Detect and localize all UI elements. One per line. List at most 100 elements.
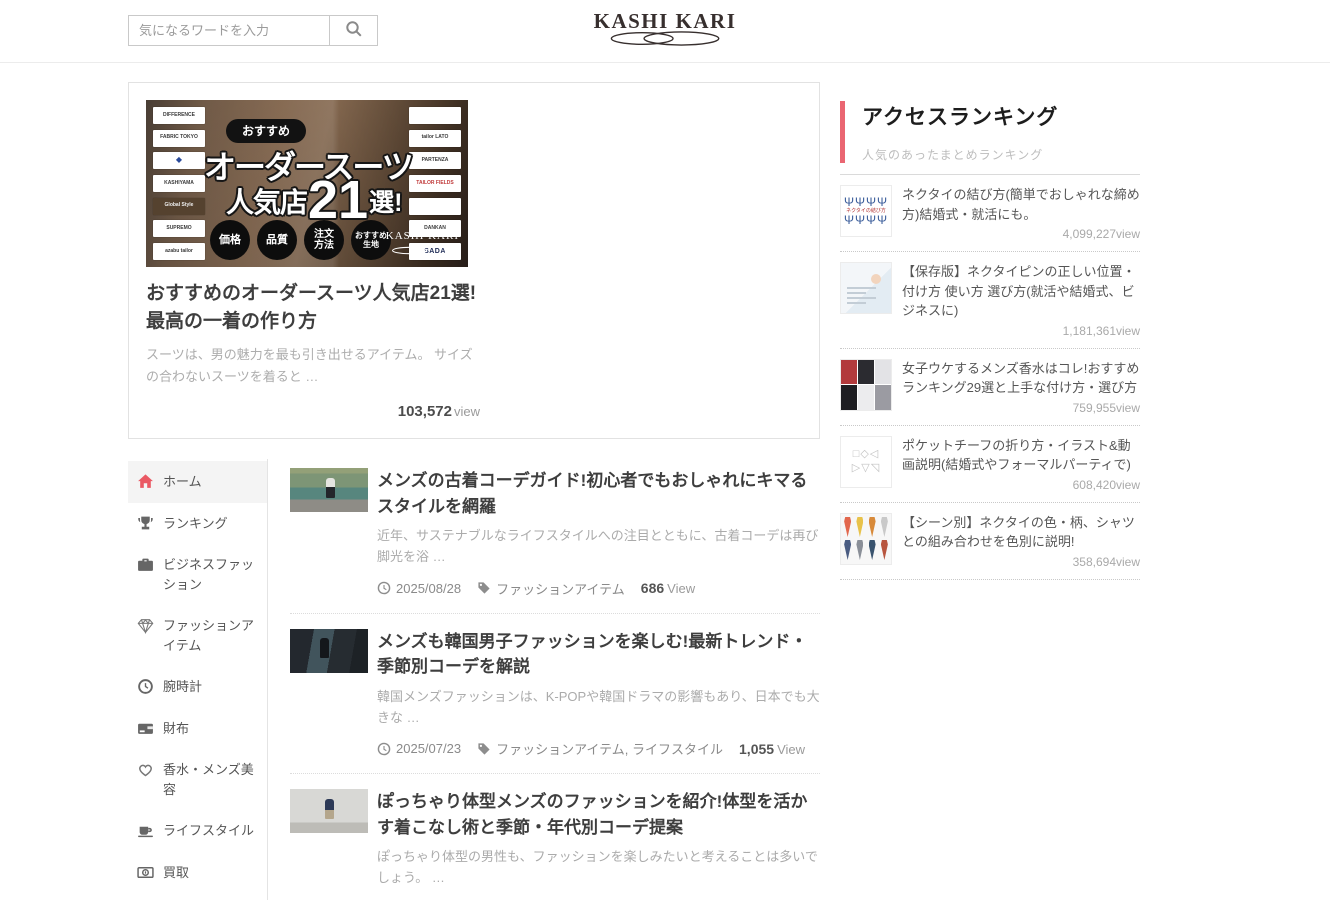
clock-icon: [377, 742, 391, 756]
sidebar-item-home[interactable]: ホーム: [128, 461, 267, 503]
brand-chip: azabu tailor: [153, 243, 205, 260]
wallet-icon: [137, 720, 154, 737]
banner-badge: おすすめ: [226, 119, 306, 143]
banner-circle-badge: 価格: [210, 220, 250, 260]
article-thumbnail: [290, 468, 368, 512]
sidebar-item-kaitori[interactable]: 買取: [128, 852, 267, 894]
ranking-item-title[interactable]: 【シーン別】ネクタイの色・柄、シャツとの組み合わせを色別に説明!: [902, 513, 1140, 552]
brand-chip: [409, 198, 461, 215]
sidebar-item-fashion-item[interactable]: ファッションアイテム: [128, 605, 267, 666]
featured-view-count: 103,572view: [146, 403, 480, 421]
search-input[interactable]: [128, 15, 330, 46]
content-row: ホーム ランキング ビジネスファッション ファッションアイテム 腕時計: [128, 459, 820, 900]
ranking-list: ΨΨΨΨネクタイの結び方ΨΨΨΨ ネクタイの結び方(簡単でおしゃれな締め方)結婚…: [840, 174, 1140, 580]
article-date: 2025/08/28: [377, 581, 461, 596]
article-date: 2025/07/23: [377, 741, 461, 756]
ranking-item-title[interactable]: 女子ウケするメンズ香水はコレ!おすすめランキング29選と上手な付け方・選び方: [902, 359, 1140, 398]
sidebar-item-ranking[interactable]: ランキング: [128, 503, 267, 545]
brand-chip: SUPREMO: [153, 220, 205, 237]
article-title[interactable]: ぽっちゃり体型メンズのファッションを紹介!体型を活かす着こなし術と季節・年代別コ…: [377, 789, 820, 840]
brand-chip: tailor LATO: [409, 130, 461, 147]
ranking-thumbnail-perfume: [840, 359, 892, 411]
banner-feature-badges: 価格 品質 注文 方法 おすすめ 生地: [210, 220, 391, 260]
article-view-count: 686View: [641, 580, 695, 596]
ranking-thumbnail-pocket-chief: □◇◁▷▽◹: [840, 436, 892, 488]
ranking-title: アクセスランキング: [862, 101, 1140, 131]
brand-chip: Global Style: [153, 198, 205, 215]
ranking-item[interactable]: 【保存版】ネクタイピンの正しい位置・付け方 使い方 選び方(就活や結婚式、ビジネ…: [840, 252, 1140, 349]
article-categories: ファッションアイテム: [477, 579, 625, 598]
ranking-item-views: 759,955view: [902, 401, 1140, 415]
sidebar-item-rental-subscription[interactable]: レンタル・サブスクリプション: [128, 893, 267, 900]
ranking-item-views: 358,694view: [902, 555, 1140, 569]
banner-subheadline: 人気店 21 選!: [226, 178, 402, 224]
search-button[interactable]: [329, 15, 378, 46]
diamond-icon: [137, 617, 154, 634]
featured-article-excerpt: スーツは、男の魅力を最も引き出せるアイテム。 サイズの合わないスーツを着ると …: [146, 344, 480, 388]
briefcase-icon: [137, 556, 154, 573]
watch-icon: [137, 678, 154, 695]
main-content: DIFFERENCE FABRIC TOKYO ◆ KASHIYAMA Glob…: [128, 82, 1140, 900]
logo-swirl-icon: [594, 31, 737, 51]
featured-article-card[interactable]: DIFFERENCE FABRIC TOKYO ◆ KASHIYAMA Glob…: [128, 82, 820, 439]
brand-chip: ◆: [153, 152, 205, 169]
sidebar-item-watch[interactable]: 腕時計: [128, 666, 267, 708]
article-excerpt: ぽっちゃり体型の男性も、ファッションを楽しみたいと考えることは多いでしょう。 …: [377, 847, 820, 889]
ranking-item[interactable]: ΨΨΨΨネクタイの結び方ΨΨΨΨ ネクタイの結び方(簡単でおしゃれな締め方)結婚…: [840, 175, 1140, 252]
featured-article-title[interactable]: おすすめのオーダースーツ人気店21選!最高の一着の作り方: [146, 280, 480, 335]
ranking-subtitle: 人気のあったまとめランキング: [862, 146, 1140, 163]
banner-left-logos: DIFFERENCE FABRIC TOKYO ◆ KASHIYAMA Glob…: [153, 107, 205, 260]
sidebar-item-perfume-beauty[interactable]: 香水・メンズ美容: [128, 749, 267, 810]
ranking-thumbnail-necktie: ΨΨΨΨネクタイの結び方ΨΨΨΨ: [840, 185, 892, 237]
trophy-icon: [137, 515, 154, 532]
ranking-item-title[interactable]: ポケットチーフの折り方・イラスト&動画説明(結婚式やフォーマルパーティで): [902, 436, 1140, 475]
brand-chip: FABRIC TOKYO: [153, 130, 205, 147]
article-thumbnail: [290, 789, 368, 833]
site-header: KASHI KARI: [0, 0, 1330, 63]
ranking-sidebar: アクセスランキング 人気のあったまとめランキング ΨΨΨΨネクタイの結び方ΨΨΨ…: [840, 82, 1140, 900]
ranking-thumbnail-tiepin: [840, 262, 892, 314]
heart-icon: [137, 761, 154, 778]
left-column: DIFFERENCE FABRIC TOKYO ◆ KASHIYAMA Glob…: [128, 82, 820, 900]
ranking-header: アクセスランキング 人気のあったまとめランキング: [840, 101, 1140, 163]
ranking-item[interactable]: 女子ウケするメンズ香水はコレ!おすすめランキング29選と上手な付け方・選び方 7…: [840, 349, 1140, 426]
sidebar-item-business-fashion[interactable]: ビジネスファッション: [128, 544, 267, 605]
ranking-item-views: 608,420view: [902, 478, 1140, 492]
clock-icon: [377, 581, 391, 595]
sidebar-menu: ホーム ランキング ビジネスファッション ファッションアイテム 腕時計: [128, 459, 268, 900]
banner-kashikari-logo: KASHI KARI: [386, 230, 459, 260]
article-thumbnail: [290, 629, 368, 673]
article-title[interactable]: メンズの古着コーデガイド!初心者でもおしゃれにキマるスタイルを網羅: [377, 468, 820, 519]
brand-chip: KASHIYAMA: [153, 175, 205, 192]
ranking-thumbnail-tie-colors: [840, 513, 892, 565]
ranking-item-title[interactable]: ネクタイの結び方(簡単でおしゃれな締め方)結婚式・就活にも。: [902, 185, 1140, 224]
brand-chip: TAILOR FIELDS: [409, 175, 461, 192]
article-excerpt: 韓国メンズファッションは、K-POPや韓国ドラマの影響もあり、日本でも大きな …: [377, 687, 820, 729]
ranking-item-views: 1,181,361view: [902, 324, 1140, 338]
article-excerpt: 近年、サステナブルなライフスタイルへの注目とともに、古着コーデは再び脚光を浴 …: [377, 526, 820, 568]
sidebar-item-wallet[interactable]: 財布: [128, 708, 267, 750]
article-list-item[interactable]: メンズも韓国男子ファッションを楽しむ!最新トレンド・季節別コーデを解説 韓国メン…: [290, 620, 820, 775]
article-list-item[interactable]: メンズの古着コーデガイド!初心者でもおしゃれにキマるスタイルを網羅 近年、サステ…: [290, 459, 820, 614]
cash-icon: [137, 864, 154, 881]
sidebar-item-lifestyle[interactable]: ライフスタイル: [128, 810, 267, 852]
article-view-count: 1,055View: [739, 741, 805, 757]
featured-banner-image: DIFFERENCE FABRIC TOKYO ◆ KASHIYAMA Glob…: [146, 100, 468, 267]
article-meta: 2025/08/28 ファッションアイテム 686View: [377, 579, 820, 598]
search-icon: [345, 20, 363, 41]
article-list-item[interactable]: ぽっちゃり体型メンズのファッションを紹介!体型を活かす着こなし術と季節・年代別コ…: [290, 780, 820, 900]
article-title[interactable]: メンズも韓国男子ファッションを楽しむ!最新トレンド・季節別コーデを解説: [377, 629, 820, 680]
ranking-item-title[interactable]: 【保存版】ネクタイピンの正しい位置・付け方 使い方 選び方(就活や結婚式、ビジネ…: [902, 262, 1140, 321]
tag-icon: [477, 742, 491, 756]
article-list: メンズの古着コーデガイド!初心者でもおしゃれにキマるスタイルを網羅 近年、サステ…: [268, 459, 820, 900]
search-box: [128, 15, 378, 46]
home-icon: [137, 473, 154, 490]
site-logo[interactable]: KASHI KARI: [594, 9, 737, 51]
ranking-item[interactable]: 【シーン別】ネクタイの色・柄、シャツとの組み合わせを色別に説明! 358,694…: [840, 503, 1140, 580]
article-categories: ファッションアイテム, ライフスタイル: [477, 739, 723, 758]
ranking-item-views: 4,099,227view: [902, 227, 1140, 241]
mug-icon: [137, 822, 154, 839]
article-meta: 2025/07/23 ファッションアイテム, ライフスタイル 1,055View: [377, 739, 820, 758]
brand-chip: PARTENZA: [409, 152, 461, 169]
ranking-item[interactable]: □◇◁▷▽◹ ポケットチーフの折り方・イラスト&動画説明(結婚式やフォーマルパー…: [840, 426, 1140, 503]
